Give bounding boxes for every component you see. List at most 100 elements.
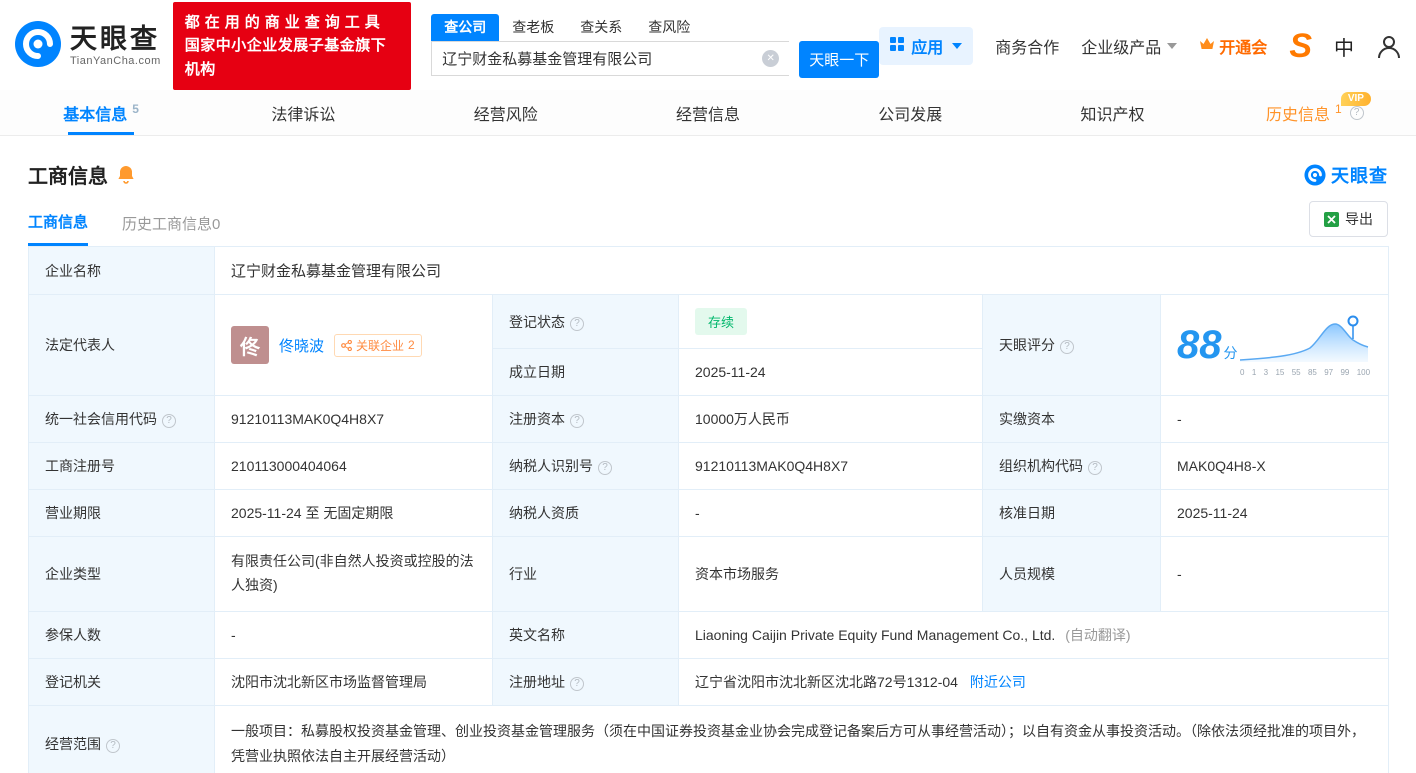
- vip-badge: VIP: [1340, 92, 1371, 106]
- field-label-company-name: 企业名称: [28, 246, 215, 295]
- tab-history-info-label: 历史信息: [1265, 106, 1330, 124]
- help-icon[interactable]: [162, 414, 176, 428]
- export-button[interactable]: 导出: [1309, 201, 1388, 237]
- table-row: 统一社会信用代码 91210113MAK0Q4H8X7 注册资本 10000万人…: [28, 395, 1390, 443]
- tab-basic-info[interactable]: 基本信息 5: [0, 90, 202, 135]
- search-button[interactable]: 天眼一下: [799, 41, 880, 78]
- field-value-paid-capital: -: [1159, 395, 1390, 443]
- field-value-reg-authority: 沈阳市沈北新区市场监督管理局: [214, 657, 493, 706]
- reg-address-text: 辽宁省沈阳市沈北新区沈北路72号1312-04: [695, 673, 958, 690]
- apps-label: 应用: [911, 40, 944, 57]
- score-axis-labels: 0 1 3 15 55 85 97 99 100: [1240, 367, 1371, 377]
- field-label-english-name: 英文名称: [492, 610, 679, 659]
- nav-enterprise-products[interactable]: 企业级产品: [1081, 34, 1178, 58]
- field-value-industry: 资本市场服务: [678, 536, 983, 612]
- field-label-reg-status-text: 登记状态: [509, 313, 565, 330]
- field-label-approval-date: 核准日期: [982, 489, 1161, 537]
- field-value-establish-date: 2025-11-24: [678, 348, 983, 396]
- open-vip-link[interactable]: 开通会: [1199, 34, 1267, 58]
- field-value-reg-number: 210113000404064: [214, 442, 493, 490]
- tianyancha-logo-icon: [14, 20, 62, 73]
- english-name-text: Liaoning Caijin Private Equity Fund Mana…: [695, 626, 1056, 643]
- subtab-history-business-info[interactable]: 历史工商信息0: [122, 213, 220, 245]
- search-input[interactable]: [431, 41, 790, 76]
- search-tab-risk[interactable]: 查风险: [635, 14, 703, 41]
- tab-operation-info[interactable]: 经营信息: [607, 90, 809, 135]
- slogan-line1: 都在用的商业查询工具: [184, 14, 385, 32]
- related-companies-count: 2: [408, 338, 415, 352]
- apps-grid-icon: [890, 36, 905, 56]
- field-label-industry: 行业: [492, 536, 679, 612]
- help-icon[interactable]: [570, 676, 584, 691]
- search-tab-company[interactable]: 查公司: [431, 14, 500, 41]
- tianyancha-mini-logo-icon: [1304, 163, 1326, 186]
- field-label-legal-rep: 法定代表人: [28, 294, 215, 396]
- legal-rep-name-link[interactable]: 佟晓波: [279, 335, 324, 356]
- help-icon[interactable]: [1088, 461, 1102, 475]
- legal-rep-avatar[interactable]: 佟: [231, 326, 269, 364]
- field-value-english-name: Liaoning Caijin Private Equity Fund Mana…: [677, 610, 1390, 659]
- user-profile-icon[interactable]: [1376, 33, 1402, 59]
- open-vip-label: 开通会: [1219, 40, 1268, 57]
- search-tab-relation[interactable]: 查关系: [567, 14, 635, 41]
- export-button-label: 导出: [1345, 211, 1373, 227]
- help-icon[interactable]: [598, 461, 612, 475]
- field-label-reg-number: 工商注册号: [28, 442, 215, 490]
- s-extension-icon[interactable]: S: [1289, 29, 1312, 63]
- tab-company-development[interactable]: 公司发展: [809, 90, 1011, 135]
- field-value-company-name: 辽宁财金私募基金管理有限公司: [213, 246, 1390, 295]
- apps-menu-button[interactable]: 应用: [879, 27, 974, 65]
- field-label-business-scope-text: 经营范围: [45, 735, 101, 752]
- related-companies-label: 关联企业: [356, 338, 405, 353]
- slogan-line2: 国家中小企业发展子基金旗下机构: [184, 37, 387, 78]
- tab-operation-risk[interactable]: 经营风险: [405, 90, 607, 135]
- tab-intellectual-property[interactable]: 知识产权: [1011, 90, 1213, 135]
- language-toggle[interactable]: 中: [1334, 32, 1354, 61]
- search-tab-boss[interactable]: 查老板: [499, 14, 567, 41]
- field-label-staff-size: 人员规模: [982, 536, 1161, 612]
- tab-history-info[interactable]: VIP 历史信息 1: [1214, 90, 1416, 135]
- help-icon[interactable]: [106, 738, 120, 753]
- search-tabs: 查公司 查老板 查关系 查风险: [431, 14, 879, 41]
- help-icon[interactable]: [570, 316, 584, 331]
- field-label-taxpayer-id-text: 纳税人识别号: [509, 458, 593, 474]
- help-icon[interactable]: [1060, 340, 1074, 354]
- header-right-nav: 应用 商务合作 企业级产品 开通会 S 中: [879, 27, 1402, 65]
- table-row: 登记机关 沈阳市沈北新区市场监督管理局 注册地址 辽宁省沈阳市沈北新区沈北路72…: [28, 657, 1390, 706]
- field-value-taxpayer-quality: -: [678, 489, 983, 537]
- subtab-row: 工商信息 历史工商信息0 导出: [0, 189, 1416, 246]
- company-nav-tabs: 基本信息 5 法律诉讼 经营风险 经营信息 公司发展 知识产权 VIP 历史信息…: [0, 90, 1416, 136]
- field-label-company-type: 企业类型: [28, 536, 215, 612]
- field-value-reg-capital: 10000万人民币: [678, 395, 983, 443]
- tab-company-development-label: 公司发展: [878, 106, 943, 124]
- field-value-score: 88 分 0 1 3 15 55 85 97 99 100: [1159, 294, 1390, 396]
- field-label-insured-count: 参保人数: [28, 610, 215, 659]
- bell-icon[interactable]: [117, 165, 135, 184]
- field-label-business-scope: 经营范围: [28, 704, 215, 773]
- subtab-business-info[interactable]: 工商信息: [28, 211, 89, 246]
- business-info-table: 企业名称 辽宁财金私募基金管理有限公司 法定代表人 佟 佟晓波 关联企业 2 登…: [28, 246, 1390, 773]
- brand-domain: TianYanCha.com: [70, 54, 161, 67]
- tab-operation-risk-label: 经营风险: [473, 106, 538, 124]
- related-companies-badge[interactable]: 关联企业 2: [334, 333, 422, 357]
- field-value-reg-address: 辽宁省沈阳市沈北新区沈北路72号1312-04 附近公司: [677, 657, 1390, 706]
- field-label-reg-capital: 注册资本: [492, 395, 679, 443]
- nav-business-cooperation[interactable]: 商务合作: [995, 34, 1059, 58]
- watermark-brand: 天眼查: [1304, 162, 1388, 188]
- score-unit: 分: [1223, 345, 1238, 361]
- tab-legal-proceedings[interactable]: 法律诉讼: [202, 90, 404, 135]
- enterprise-label: 企业级产品: [1081, 40, 1162, 57]
- field-value-reg-status: 存续: [678, 294, 983, 349]
- help-icon[interactable]: [1349, 105, 1364, 120]
- field-value-taxpayer-id: 91210113MAK0Q4H8X7: [678, 442, 983, 490]
- field-label-reg-status: 登记状态: [492, 294, 679, 349]
- table-row: 工商注册号 210113000404064 纳税人识别号 91210113MAK…: [28, 442, 1390, 490]
- nearby-companies-link[interactable]: 附近公司: [970, 674, 1026, 690]
- field-label-establish-date: 成立日期: [492, 348, 679, 396]
- field-label-credit-code: 统一社会信用代码: [28, 395, 215, 443]
- field-label-org-code-text: 组织机构代码: [999, 458, 1083, 474]
- field-label-score-text: 天眼评分: [999, 337, 1055, 353]
- help-icon[interactable]: [570, 414, 584, 428]
- tianyancha-logo[interactable]: 天眼查 TianYanCha.com: [14, 20, 161, 73]
- score-pin-icon: [1347, 315, 1359, 326]
